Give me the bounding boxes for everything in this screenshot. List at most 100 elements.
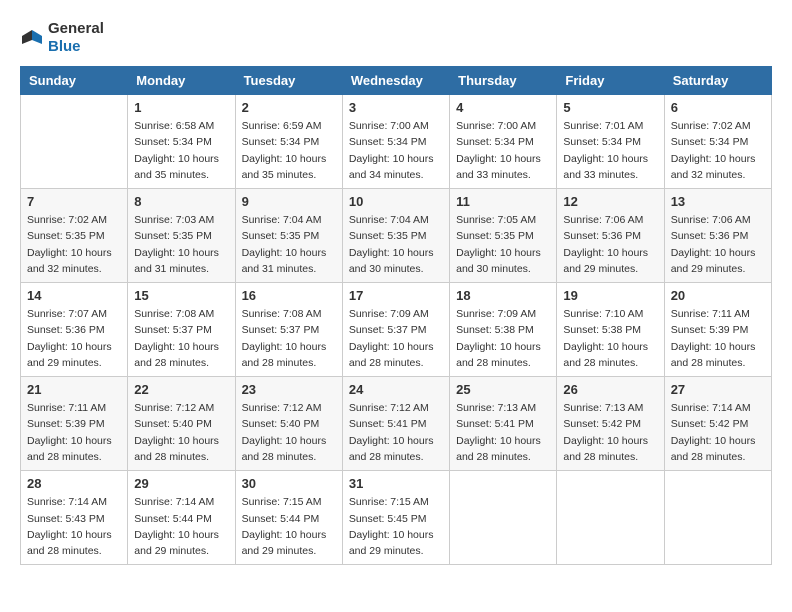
- page-header: General Blue: [20, 20, 772, 56]
- day-number: 26: [563, 382, 657, 397]
- day-info: Sunrise: 7:09 AMSunset: 5:37 PMDaylight:…: [349, 306, 443, 371]
- day-cell-21: 21 Sunrise: 7:11 AMSunset: 5:39 PMDayligh…: [21, 377, 128, 471]
- day-number: 24: [349, 382, 443, 397]
- week-row-2: 7Sunrise: 7:02 AMSunset: 5:35 PMDaylight…: [21, 189, 772, 283]
- day-header-wednesday: Wednesday: [342, 67, 449, 95]
- day-cell-9: 9Sunrise: 7:04 AMSunset: 5:35 PMDaylight…: [235, 189, 342, 283]
- day-info: Sunrise: 7:13 AMSunset: 5:41 PMDaylight:…: [456, 400, 550, 465]
- day-number: 14: [27, 288, 121, 303]
- day-cell-23: 23Sunrise: 7:12 AMSunset: 5:40 PMDayligh…: [235, 377, 342, 471]
- day-number: 8: [134, 194, 228, 209]
- day-cell-3: 3Sunrise: 7:00 AMSunset: 5:34 PMDaylight…: [342, 95, 449, 189]
- week-row-4: 21 Sunrise: 7:11 AMSunset: 5:39 PMDayligh…: [21, 377, 772, 471]
- day-headers-row: SundayMondayTuesdayWednesdayThursdayFrid…: [21, 67, 772, 95]
- day-number: 5: [563, 100, 657, 115]
- day-cell-2: 2 Sunrise: 6:59 AMSunset: 5:34 PMDaylight…: [235, 95, 342, 189]
- logo-bird-icon: [20, 26, 44, 50]
- calendar-body: 1 Sunrise: 6:58 AMSunset: 5:34 PMDaylight…: [21, 95, 772, 565]
- day-number: 6: [671, 100, 765, 115]
- day-cell-13: 13 Sunrise: 7:06 AMSunset: 5:36 PMDayligh…: [664, 189, 771, 283]
- day-number: 1: [134, 100, 228, 115]
- day-info: Sunrise: 7:12 AMSunset: 5:40 PMDaylight:…: [134, 400, 228, 465]
- day-number: 22: [134, 382, 228, 397]
- day-cell-4: 4Sunrise: 7:00 AMSunset: 5:34 PMDaylight…: [450, 95, 557, 189]
- day-cell-28: 28 Sunrise: 7:14 AMSunset: 5:43 PMDayligh…: [21, 471, 128, 565]
- day-cell-24: 24Sunrise: 7:12 AMSunset: 5:41 PMDayligh…: [342, 377, 449, 471]
- day-number: 3: [349, 100, 443, 115]
- day-cell-29: 29 Sunrise: 7:14 AMSunset: 5:44 PMDayligh…: [128, 471, 235, 565]
- day-number: 17: [349, 288, 443, 303]
- day-info: Sunrise: 7:06 AMSunset: 5:36 PMDaylight:…: [671, 212, 765, 277]
- day-cell-8: 8 Sunrise: 7:03 AMSunset: 5:35 PMDaylight…: [128, 189, 235, 283]
- day-cell-5: 5 Sunrise: 7:01 AMSunset: 5:34 PMDaylight…: [557, 95, 664, 189]
- day-cell-18: 18Sunrise: 7:09 AMSunset: 5:38 PMDayligh…: [450, 283, 557, 377]
- day-cell-6: 6 Sunrise: 7:02 AMSunset: 5:34 PMDaylight…: [664, 95, 771, 189]
- day-number: 15: [134, 288, 228, 303]
- day-info: Sunrise: 7:02 AMSunset: 5:35 PMDaylight:…: [27, 212, 121, 277]
- day-number: 21: [27, 382, 121, 397]
- empty-cell: [21, 95, 128, 189]
- day-number: 4: [456, 100, 550, 115]
- day-cell-12: 12Sunrise: 7:06 AMSunset: 5:36 PMDayligh…: [557, 189, 664, 283]
- day-number: 16: [242, 288, 336, 303]
- week-row-3: 14 Sunrise: 7:07 AMSunset: 5:36 PMDayligh…: [21, 283, 772, 377]
- day-cell-19: 19 Sunrise: 7:10 AMSunset: 5:38 PMDayligh…: [557, 283, 664, 377]
- week-row-5: 28 Sunrise: 7:14 AMSunset: 5:43 PMDayligh…: [21, 471, 772, 565]
- day-number: 18: [456, 288, 550, 303]
- day-number: 30: [242, 476, 336, 491]
- day-cell-31: 31Sunrise: 7:15 AMSunset: 5:45 PMDayligh…: [342, 471, 449, 565]
- day-info: Sunrise: 6:59 AMSunset: 5:34 PMDaylight:…: [242, 118, 336, 183]
- day-info: Sunrise: 7:14 AMSunset: 5:43 PMDaylight:…: [27, 494, 121, 559]
- day-cell-15: 15Sunrise: 7:08 AMSunset: 5:37 PMDayligh…: [128, 283, 235, 377]
- day-cell-30: 30 Sunrise: 7:15 AMSunset: 5:44 PMDayligh…: [235, 471, 342, 565]
- day-number: 2: [242, 100, 336, 115]
- day-info: Sunrise: 7:14 AMSunset: 5:44 PMDaylight:…: [134, 494, 228, 559]
- day-number: 10: [349, 194, 443, 209]
- logo: General Blue: [20, 20, 104, 56]
- day-info: Sunrise: 6:58 AMSunset: 5:34 PMDaylight:…: [134, 118, 228, 183]
- day-cell-17: 17 Sunrise: 7:09 AMSunset: 5:37 PMDayligh…: [342, 283, 449, 377]
- day-info: Sunrise: 7:01 AMSunset: 5:34 PMDaylight:…: [563, 118, 657, 183]
- empty-cell: [664, 471, 771, 565]
- day-cell-27: 27 Sunrise: 7:14 AMSunset: 5:42 PMDayligh…: [664, 377, 771, 471]
- day-header-monday: Monday: [128, 67, 235, 95]
- day-info: Sunrise: 7:08 AMSunset: 5:37 PMDaylight:…: [242, 306, 336, 371]
- day-info: Sunrise: 7:06 AMSunset: 5:36 PMDaylight:…: [563, 212, 657, 277]
- day-header-saturday: Saturday: [664, 67, 771, 95]
- day-number: 29: [134, 476, 228, 491]
- day-cell-11: 11 Sunrise: 7:05 AMSunset: 5:35 PMDayligh…: [450, 189, 557, 283]
- day-info: Sunrise: 7:15 AMSunset: 5:45 PMDaylight:…: [349, 494, 443, 559]
- day-info: Sunrise: 7:07 AMSunset: 5:36 PMDaylight:…: [27, 306, 121, 371]
- day-number: 27: [671, 382, 765, 397]
- day-cell-25: 25 Sunrise: 7:13 AMSunset: 5:41 PMDayligh…: [450, 377, 557, 471]
- day-cell-1: 1 Sunrise: 6:58 AMSunset: 5:34 PMDaylight…: [128, 95, 235, 189]
- day-number: 25: [456, 382, 550, 397]
- day-header-sunday: Sunday: [21, 67, 128, 95]
- day-cell-16: 16 Sunrise: 7:08 AMSunset: 5:37 PMDayligh…: [235, 283, 342, 377]
- logo-text: General Blue: [48, 20, 104, 56]
- day-info: Sunrise: 7:11 AMSunset: 5:39 PMDaylight:…: [27, 400, 121, 465]
- day-cell-26: 26 Sunrise: 7:13 AMSunset: 5:42 PMDayligh…: [557, 377, 664, 471]
- day-header-friday: Friday: [557, 67, 664, 95]
- day-info: Sunrise: 7:14 AMSunset: 5:42 PMDaylight:…: [671, 400, 765, 465]
- day-info: Sunrise: 7:13 AMSunset: 5:42 PMDaylight:…: [563, 400, 657, 465]
- day-number: 19: [563, 288, 657, 303]
- day-cell-14: 14 Sunrise: 7:07 AMSunset: 5:36 PMDayligh…: [21, 283, 128, 377]
- day-header-tuesday: Tuesday: [235, 67, 342, 95]
- day-number: 9: [242, 194, 336, 209]
- day-info: Sunrise: 7:05 AMSunset: 5:35 PMDaylight:…: [456, 212, 550, 277]
- day-info: Sunrise: 7:11 AMSunset: 5:39 PMDaylight:…: [671, 306, 765, 371]
- day-cell-7: 7Sunrise: 7:02 AMSunset: 5:35 PMDaylight…: [21, 189, 128, 283]
- day-number: 23: [242, 382, 336, 397]
- day-number: 13: [671, 194, 765, 209]
- day-cell-22: 22 Sunrise: 7:12 AMSunset: 5:40 PMDayligh…: [128, 377, 235, 471]
- day-number: 11: [456, 194, 550, 209]
- day-info: Sunrise: 7:04 AMSunset: 5:35 PMDaylight:…: [349, 212, 443, 277]
- day-info: Sunrise: 7:15 AMSunset: 5:44 PMDaylight:…: [242, 494, 336, 559]
- empty-cell: [450, 471, 557, 565]
- day-number: 28: [27, 476, 121, 491]
- day-header-thursday: Thursday: [450, 67, 557, 95]
- day-info: Sunrise: 7:02 AMSunset: 5:34 PMDaylight:…: [671, 118, 765, 183]
- day-info: Sunrise: 7:03 AMSunset: 5:35 PMDaylight:…: [134, 212, 228, 277]
- day-info: Sunrise: 7:10 AMSunset: 5:38 PMDaylight:…: [563, 306, 657, 371]
